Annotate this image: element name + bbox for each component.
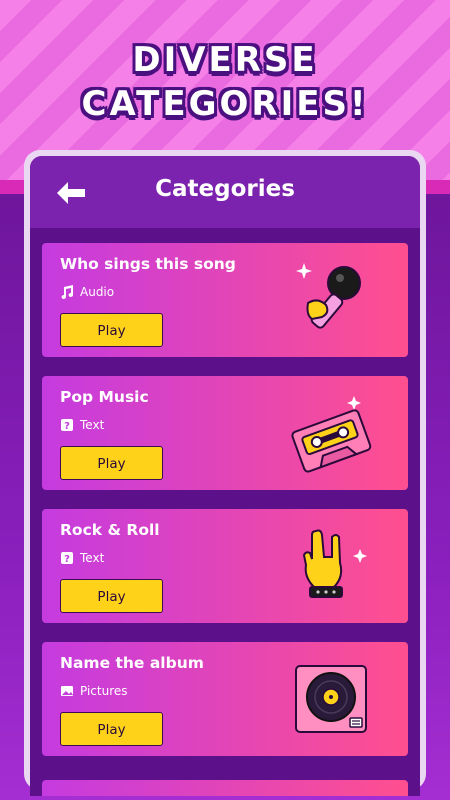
category-title: Who sings this song (60, 255, 236, 273)
music-note-icon (60, 285, 74, 299)
category-card-who-sings[interactable]: Who sings this song Audio Play (42, 243, 408, 357)
category-title: Rock & Roll (60, 521, 160, 539)
cassette-tape-icon (290, 392, 372, 474)
category-type-label: Text (80, 418, 105, 432)
category-type: Pictures (60, 683, 128, 699)
headline-line-2: CATEGORIES! (81, 84, 369, 124)
category-type: Audio (60, 284, 114, 300)
page-title: Categories (155, 176, 295, 202)
category-type-label: Pictures (80, 684, 128, 698)
play-button[interactable]: Play (60, 579, 163, 613)
category-type: ? Text (60, 550, 104, 566)
device-frame: Categories Who sings this song Audio Pla… (24, 150, 426, 796)
category-card-rock-and-roll[interactable]: Rock & Roll ? Text Play (42, 509, 408, 623)
vinyl-record-icon (290, 658, 372, 740)
svg-text:?: ? (64, 421, 70, 432)
play-button[interactable]: Play (60, 446, 163, 480)
app-screen: Categories Who sings this song Audio Pla… (30, 156, 420, 796)
category-card-pop-music[interactable]: Pop Music ? Text Play (42, 376, 408, 490)
svg-text:?: ? (64, 554, 70, 565)
category-title: Pop Music (60, 388, 149, 406)
question-mark-icon: ? (60, 418, 74, 432)
question-mark-icon: ? (60, 551, 74, 565)
category-type-label: Audio (80, 285, 115, 299)
headline-line-1: DIVERSE (132, 40, 318, 80)
category-card-partial (42, 780, 408, 796)
category-title: Name the album (60, 654, 204, 672)
category-type-label: Text (80, 551, 105, 565)
play-button[interactable]: Play (60, 712, 163, 746)
picture-icon (60, 684, 74, 698)
category-card-name-the-album[interactable]: Name the album Pictures Play (42, 642, 408, 756)
rock-hand-icon (290, 525, 372, 607)
category-type: ? Text (60, 417, 104, 433)
promo-headline: DIVERSE CATEGORIES! (0, 38, 450, 126)
microphone-icon (290, 259, 372, 341)
play-button[interactable]: Play (60, 313, 163, 347)
app-bar: Categories (30, 156, 420, 228)
